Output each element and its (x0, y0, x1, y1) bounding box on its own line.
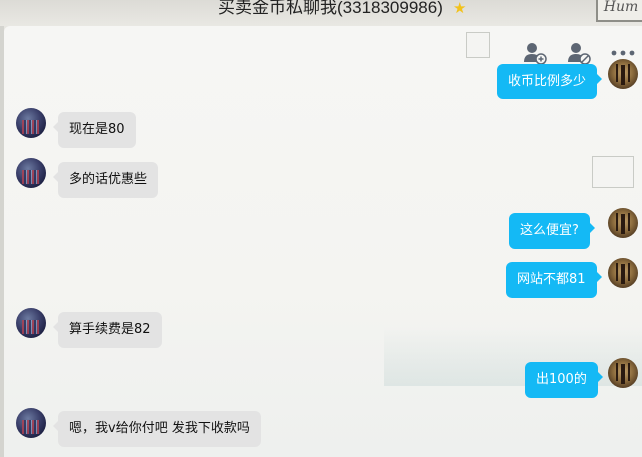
avatar[interactable] (608, 358, 638, 388)
avatar[interactable] (16, 308, 46, 338)
message-text: 这么便宜? (520, 223, 579, 238)
block-user-icon[interactable] (566, 40, 592, 66)
message-bubble-incoming[interactable]: 算手续费是82 (53, 312, 162, 348)
message-bubble-incoming[interactable]: 嗯，我v给你付吧 发我下收款吗 (53, 411, 261, 447)
add-friend-icon[interactable] (522, 40, 548, 66)
message-text: 收币比例多少 (508, 74, 587, 89)
avatar[interactable] (608, 208, 638, 238)
message-text: 算手续费是82 (69, 322, 151, 337)
decorative-frame: Hum (596, 0, 642, 22)
corner-frame-text: Hum (603, 0, 639, 15)
decorative-frame-icon (466, 32, 490, 58)
decorative-frame-icon (592, 156, 634, 188)
chat-title: 买卖金币私聊我(3318309986) (218, 0, 443, 17)
message-text: 出100的 (536, 372, 587, 387)
background-scenery (384, 326, 642, 386)
message-text: 网站不都81 (517, 272, 586, 287)
message-bubble-incoming[interactable]: 多的话优惠些 (52, 162, 159, 198)
message-text: 嗯，我v给你付吧 发我下收款吗 (69, 421, 250, 436)
message-text: 多的话优惠些 (69, 172, 148, 187)
avatar[interactable] (16, 408, 46, 438)
message-bubble-incoming[interactable]: 现在是80 (53, 112, 136, 148)
message-bubble-outgoing[interactable]: 这么便宜? (509, 213, 595, 249)
avatar[interactable] (608, 59, 638, 89)
message-text: 现在是80 (69, 122, 125, 137)
star-icon[interactable]: ★ (453, 0, 469, 16)
avatar[interactable] (16, 158, 46, 188)
message-bubble-outgoing[interactable]: 收币比例多少 (497, 64, 603, 99)
message-bubble-outgoing[interactable]: 网站不都81 (506, 262, 602, 298)
chat-pane: 收币比例多少 现在是80 多的话优惠些 这么便宜? 网站不都81 算手续费是82… (4, 26, 642, 457)
avatar[interactable] (608, 258, 638, 288)
message-bubble-outgoing[interactable]: 出100的 (525, 362, 603, 398)
avatar[interactable] (16, 108, 46, 138)
window-header: 买卖金币私聊我(3318309986) ★ Hum (0, 0, 642, 26)
